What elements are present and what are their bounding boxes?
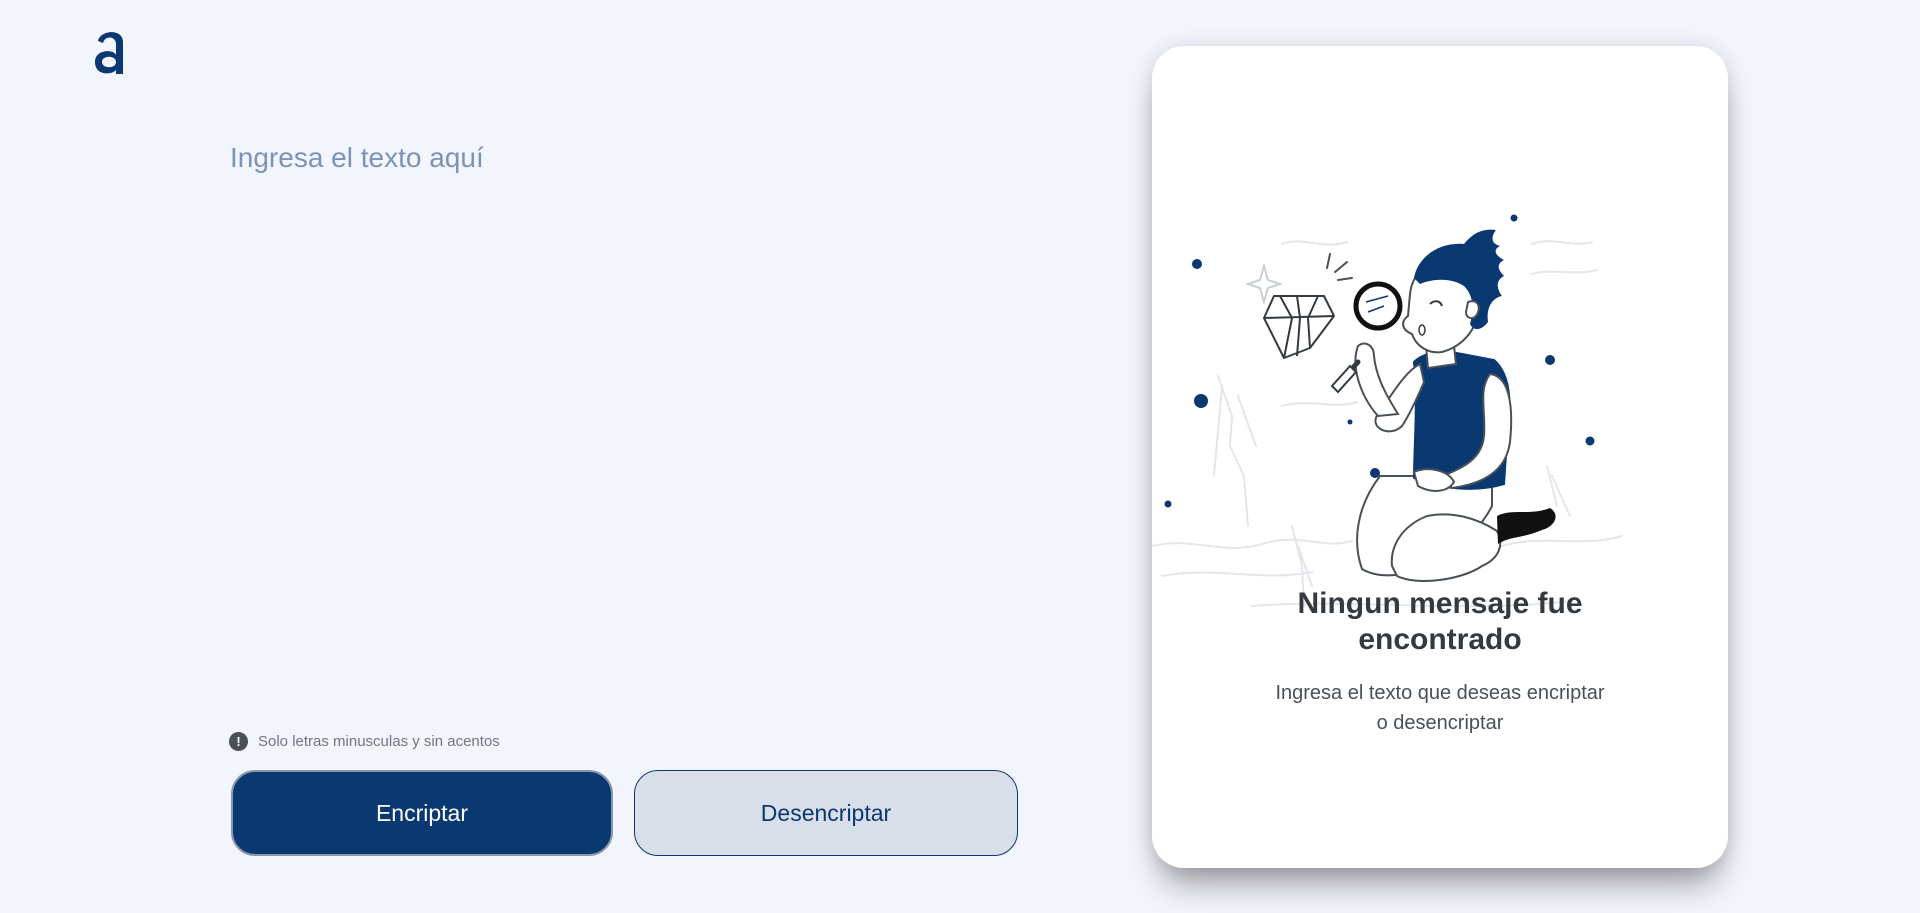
output-card: Ningun mensaje fue encontrado Ingresa el…	[1152, 46, 1728, 868]
hint-text: Solo letras minusculas y sin acentos	[258, 733, 500, 750]
page: ! Solo letras minusculas y sin acentos E…	[0, 0, 1920, 913]
exclamation-circle-icon: !	[229, 732, 248, 751]
empty-state-title: Ningun mensaje fue encontrado	[1297, 587, 1583, 656]
input-hint: ! Solo letras minusculas y sin acentos	[229, 732, 500, 751]
message-input[interactable]	[230, 140, 1010, 700]
encrypt-button[interactable]: Encriptar	[231, 770, 613, 856]
decrypt-button[interactable]: Desencriptar	[634, 770, 1018, 856]
alura-logo-icon	[95, 32, 123, 74]
searching-person-illustration	[1152, 214, 1623, 608]
empty-state-message: Ingresa el texto que deseas encriptar o …	[1275, 682, 1605, 734]
